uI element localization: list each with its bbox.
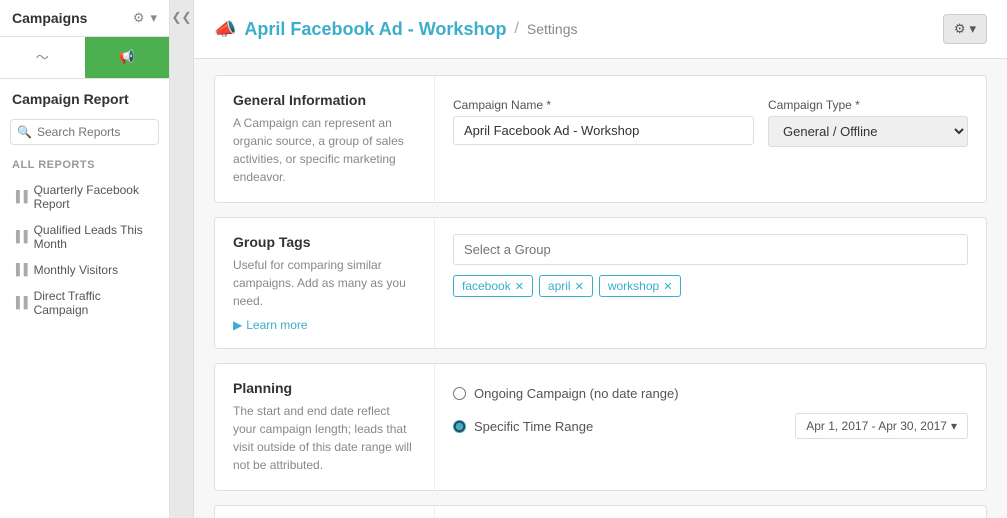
chevron-down-icon: ▾: [969, 21, 976, 37]
tag-remove-button[interactable]: ✕: [515, 280, 524, 293]
group-tags-title: Group Tags: [233, 234, 416, 250]
costs-goal-section: Costs & Goal Great for estimating the su…: [214, 505, 987, 518]
general-info-right: Campaign Name * Campaign Type * General …: [435, 76, 986, 202]
report-list-item[interactable]: ▐▐ Qualified Leads This Month: [0, 217, 169, 257]
collapse-icon: ❮❮: [171, 10, 191, 24]
ongoing-label: Ongoing Campaign (no date range): [474, 386, 679, 401]
planning-title: Planning: [233, 380, 416, 396]
report-bar-icon: ▐▐: [12, 264, 28, 276]
search-input[interactable]: [10, 119, 159, 145]
general-info-left: General Information A Campaign can repre…: [215, 76, 435, 202]
group-tags-desc: Useful for comparing similar campaigns. …: [233, 256, 416, 310]
group-tag: april ✕: [539, 275, 593, 297]
sidebar: Campaigns ⚙ ▾ 〜 📢 Campaign Report 🔍 ALL …: [0, 0, 170, 518]
report-bar-icon: ▐▐: [12, 231, 28, 243]
campaign-name-label: Campaign Name *: [453, 98, 754, 112]
costs-goal-right: Pricing Terms Specific Quantity CPM CPC …: [435, 506, 986, 518]
megaphone-tab-icon: 📢: [119, 49, 135, 65]
page-header-left: 📣 April Facebook Ad - Workshop / Setting…: [214, 19, 578, 40]
collapse-button[interactable]: ❮❮: [170, 0, 194, 518]
specific-time-radio[interactable]: [453, 420, 466, 433]
group-tags-left: Group Tags Useful for comparing similar …: [215, 218, 435, 348]
group-tags-section: Group Tags Useful for comparing similar …: [214, 217, 987, 349]
page-header: 📣 April Facebook Ad - Workshop / Setting…: [194, 0, 1007, 59]
tag-label: april: [548, 279, 571, 293]
campaign-report-label: Campaign Report: [0, 79, 169, 113]
report-list-item[interactable]: ▐▐ Direct Traffic Campaign: [0, 283, 169, 323]
report-bar-icon: ▐▐: [12, 297, 28, 309]
report-list-item[interactable]: ▐▐ Monthly Visitors: [0, 257, 169, 283]
page-title: April Facebook Ad - Workshop: [244, 19, 506, 40]
tab-megaphone[interactable]: 📢: [85, 37, 170, 78]
tab-chart[interactable]: 〜: [0, 37, 85, 78]
settings-button[interactable]: ⚙ ▾: [943, 14, 987, 44]
campaign-type-select[interactable]: General / Offline Email Social Paid Sear…: [768, 116, 968, 147]
planning-left: Planning The start and end date reflect …: [215, 364, 435, 490]
planning-option-ongoing: Ongoing Campaign (no date range): [453, 380, 968, 407]
tags-container: facebook ✕ april ✕ workshop ✕: [453, 275, 968, 297]
general-info-section: General Information A Campaign can repre…: [214, 75, 987, 203]
sidebar-settings-icons[interactable]: ⚙ ▾: [133, 10, 157, 26]
page-subtitle: Settings: [527, 21, 578, 37]
campaign-type-group: Campaign Type * General / Offline Email …: [768, 98, 968, 147]
gear-icon[interactable]: ⚙: [133, 10, 145, 26]
chevron-down-icon: ▾: [951, 419, 957, 433]
planning-desc: The start and end date reflect your camp…: [233, 402, 416, 474]
megaphone-icon: 📣: [214, 19, 236, 40]
general-info-desc: A Campaign can represent an organic sour…: [233, 114, 416, 186]
title-separator: /: [514, 20, 518, 38]
campaign-name-input[interactable]: [453, 116, 754, 145]
ongoing-radio[interactable]: [453, 387, 466, 400]
content-body: General Information A Campaign can repre…: [194, 59, 1007, 518]
group-tag-input[interactable]: [453, 234, 968, 265]
specific-time-label: Specific Time Range: [474, 419, 593, 434]
campaign-type-label: Campaign Type *: [768, 98, 968, 112]
learn-more-link[interactable]: ▶ Learn more: [233, 318, 416, 332]
tag-label: workshop: [608, 279, 659, 293]
report-item-label: Quarterly Facebook Report: [34, 183, 157, 211]
report-list-item[interactable]: ▐▐ Quarterly Facebook Report: [0, 177, 169, 217]
planning-right: Ongoing Campaign (no date range) Specifi…: [435, 364, 986, 490]
date-range-button[interactable]: Apr 1, 2017 - Apr 30, 2017 ▾: [795, 413, 968, 439]
tag-remove-button[interactable]: ✕: [575, 280, 584, 293]
planning-section: Planning The start and end date reflect …: [214, 363, 987, 491]
tag-label: facebook: [462, 279, 511, 293]
report-item-label: Direct Traffic Campaign: [34, 289, 157, 317]
chart-icon: 〜: [36, 47, 49, 66]
group-tag: facebook ✕: [453, 275, 533, 297]
report-item-label: Monthly Visitors: [34, 263, 118, 277]
sidebar-header: Campaigns ⚙ ▾: [0, 0, 169, 37]
report-list: ▐▐ Quarterly Facebook Report ▐▐ Qualified L…: [0, 177, 169, 323]
planning-option-specific: Specific Time Range Apr 1, 2017 - Apr 30…: [453, 407, 968, 445]
all-reports-label: ALL REPORTS: [0, 155, 169, 177]
report-bar-icon: ▐▐: [12, 191, 28, 203]
main-content: 📣 April Facebook Ad - Workshop / Setting…: [194, 0, 1007, 518]
gear-icon: ⚙: [954, 21, 966, 37]
general-info-fields: Campaign Name * Campaign Type * General …: [453, 98, 968, 147]
sidebar-tabs: 〜 📢: [0, 37, 169, 79]
search-box: 🔍: [10, 119, 159, 145]
general-info-title: General Information: [233, 92, 416, 108]
report-item-label: Qualified Leads This Month: [34, 223, 157, 251]
sidebar-title: Campaigns: [12, 10, 87, 26]
group-tags-right: facebook ✕ april ✕ workshop ✕: [435, 218, 986, 348]
group-tag: workshop ✕: [599, 275, 682, 297]
tag-remove-button[interactable]: ✕: [663, 280, 672, 293]
play-icon: ▶: [233, 318, 242, 332]
search-icon: 🔍: [17, 125, 32, 139]
date-range-value: Apr 1, 2017 - Apr 30, 2017: [806, 419, 947, 433]
campaign-name-group: Campaign Name *: [453, 98, 754, 147]
chevron-down-icon[interactable]: ▾: [150, 10, 157, 26]
costs-goal-left: Costs & Goal Great for estimating the su…: [215, 506, 435, 518]
